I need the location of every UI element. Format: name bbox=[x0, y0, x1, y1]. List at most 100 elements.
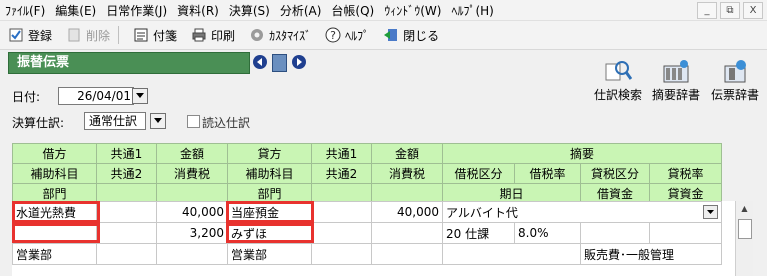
close-window-button[interactable]: X bbox=[743, 2, 763, 19]
toolbar-separator bbox=[118, 26, 120, 44]
toolbar: 登録 削除 付箋 印刷 ｶｽﾀﾏｲｽﾞ ? ﾍﾙﾌﾟ 閉じる bbox=[0, 21, 767, 50]
debit-account-cell[interactable]: 水道光熱費 bbox=[12, 201, 97, 223]
summary-dropdown-button[interactable] bbox=[703, 205, 719, 219]
table-row: 水道光熱費 40,000 当座預金 40,000 アルバイト代 bbox=[12, 201, 723, 223]
header-common1: 共通1 bbox=[311, 143, 372, 164]
debit-tax-rate-cell[interactable]: 8.0% bbox=[514, 222, 581, 244]
sticky-note-icon bbox=[133, 27, 149, 43]
table-row: 3,200 みずほ 20 仕課 8.0% bbox=[12, 222, 723, 244]
header-credit-tax-rate: 貸税率 bbox=[648, 163, 723, 184]
debit-tax-cell[interactable]: 3,200 bbox=[156, 222, 228, 244]
readin-checkbox[interactable] bbox=[187, 115, 200, 128]
credit-tax-rate-cell[interactable] bbox=[648, 222, 723, 244]
page-icon[interactable] bbox=[272, 54, 287, 72]
header-credit: 貸方 bbox=[227, 143, 312, 164]
date-label: 日付: bbox=[12, 90, 41, 104]
common2-cell[interactable] bbox=[311, 222, 372, 244]
menu-settlement[interactable]: 決算(S) bbox=[224, 2, 275, 19]
credit-tax-cell[interactable] bbox=[371, 222, 443, 244]
header-debit-tax-class: 借税区分 bbox=[442, 163, 515, 184]
header-debit: 借方 bbox=[12, 143, 97, 164]
common2-cell[interactable] bbox=[96, 222, 157, 244]
svg-text:?: ? bbox=[330, 29, 336, 42]
chevron-down-icon bbox=[707, 210, 715, 214]
header-amount: 金額 bbox=[156, 143, 228, 164]
next-record-button[interactable] bbox=[292, 55, 306, 69]
window-controls: _ ⧉ X bbox=[697, 2, 763, 19]
header-summary: 摘要 bbox=[441, 143, 723, 164]
prev-record-button[interactable] bbox=[253, 55, 267, 69]
chevron-down-icon bbox=[136, 93, 144, 98]
close-button[interactable]: 閉じる bbox=[383, 27, 439, 44]
header-common2: 共通2 bbox=[311, 163, 372, 184]
menu-file[interactable]: ﾌｧｲﾙ(F) bbox=[0, 2, 50, 19]
menu-analysis[interactable]: 分析(A) bbox=[275, 2, 327, 19]
readin-label: 読込仕訳 bbox=[202, 116, 251, 130]
panel-title: 振替伝票 bbox=[8, 52, 250, 74]
credit-dept-cell[interactable]: 営業部 bbox=[227, 243, 312, 265]
menu-materials[interactable]: 資料(R) bbox=[172, 2, 224, 19]
gear-icon bbox=[249, 27, 265, 43]
journal-entries: 水道光熱費 40,000 当座預金 40,000 アルバイト代 3,200 みず… bbox=[12, 201, 735, 276]
scroll-up-icon[interactable]: ▲ bbox=[736, 201, 753, 216]
credit-sub-account-cell[interactable]: みずほ bbox=[227, 222, 312, 244]
fund-cell[interactable]: 販売費･一般管理 bbox=[579, 243, 723, 265]
search-icon bbox=[604, 58, 633, 84]
customize-button[interactable]: ｶｽﾀﾏｲｽﾞ bbox=[249, 27, 311, 44]
header-sub-account: 補助科目 bbox=[227, 163, 312, 184]
header-common1: 共通1 bbox=[96, 143, 157, 164]
menu-help[interactable]: ﾍﾙﾌﾟ(H) bbox=[446, 2, 498, 19]
menu-window[interactable]: ｳｨﾝﾄﾞｳ(W) bbox=[379, 2, 446, 19]
dictionary-icon bbox=[721, 58, 749, 84]
credit-account-cell[interactable]: 当座預金 bbox=[227, 201, 312, 223]
header-debit-tax-rate: 借税率 bbox=[514, 163, 581, 184]
summary-dictionary-button[interactable]: 摘要辞書 bbox=[648, 58, 704, 103]
debit-tax-class-cell[interactable]: 20 仕課 bbox=[442, 222, 515, 244]
register-button[interactable]: 登録 bbox=[8, 27, 52, 44]
printer-icon bbox=[191, 27, 207, 43]
settle-select[interactable]: 通常仕訳 bbox=[84, 112, 146, 130]
credit-amount-cell[interactable]: 40,000 bbox=[371, 201, 443, 223]
menu-edit[interactable]: 編集(E) bbox=[50, 2, 101, 19]
debit-amount-cell[interactable]: 40,000 bbox=[156, 201, 228, 223]
header-common2: 共通2 bbox=[96, 163, 157, 184]
summary-cell[interactable]: アルバイト代 bbox=[441, 201, 723, 223]
header-sub-account: 補助科目 bbox=[12, 163, 97, 184]
header-credit-tax-class: 貸税区分 bbox=[580, 163, 650, 184]
settle-dropdown-button[interactable] bbox=[150, 113, 166, 129]
register-icon bbox=[8, 27, 24, 43]
minimize-button[interactable]: _ bbox=[697, 2, 717, 19]
due-date-cell[interactable] bbox=[442, 243, 581, 265]
help-button[interactable]: ? ﾍﾙﾌﾟ bbox=[325, 27, 369, 44]
date-field[interactable]: 26/04/01 bbox=[58, 87, 134, 105]
journal-search-button[interactable]: 仕訳検索 bbox=[590, 58, 646, 103]
memo-button[interactable]: 付箋 bbox=[133, 27, 177, 44]
header-amount: 金額 bbox=[371, 143, 443, 164]
journal-header: 借方 共通1 金額 貸方 共通1 金額 摘要 補助科目 共通2 消費税 補助科目… bbox=[12, 143, 723, 204]
exit-icon bbox=[383, 27, 399, 43]
next-icon bbox=[297, 58, 302, 66]
debit-sub-account-cell[interactable] bbox=[12, 222, 97, 244]
table-row: 営業部 営業部 販売費･一般管理 bbox=[12, 243, 723, 265]
header-tax: 消費税 bbox=[371, 163, 443, 184]
settle-label: 決算仕訳: bbox=[12, 116, 65, 130]
debit-dept-cell[interactable]: 営業部 bbox=[12, 243, 97, 265]
header-tax: 消費税 bbox=[156, 163, 228, 184]
credit-tax-class-cell[interactable] bbox=[580, 222, 650, 244]
dictionary-icon bbox=[662, 58, 690, 84]
common1-cell[interactable] bbox=[96, 201, 157, 223]
vertical-scrollbar[interactable]: ▲ bbox=[735, 201, 753, 276]
prev-icon bbox=[257, 58, 262, 66]
chevron-down-icon bbox=[154, 118, 162, 123]
date-dropdown-button[interactable] bbox=[132, 88, 148, 104]
common1-cell[interactable] bbox=[311, 201, 372, 223]
menu-ledger[interactable]: 台帳(Q) bbox=[326, 2, 379, 19]
print-button[interactable]: 印刷 bbox=[191, 27, 235, 44]
menu-daily[interactable]: 日常作業(J) bbox=[101, 2, 172, 19]
restore-button[interactable]: ⧉ bbox=[720, 2, 740, 19]
help-icon: ? bbox=[325, 27, 341, 43]
delete-button[interactable]: 削除 bbox=[66, 26, 120, 44]
slip-dictionary-button[interactable]: 伝票辞書 bbox=[706, 58, 764, 103]
scroll-thumb[interactable] bbox=[738, 219, 752, 239]
delete-icon bbox=[66, 27, 82, 43]
